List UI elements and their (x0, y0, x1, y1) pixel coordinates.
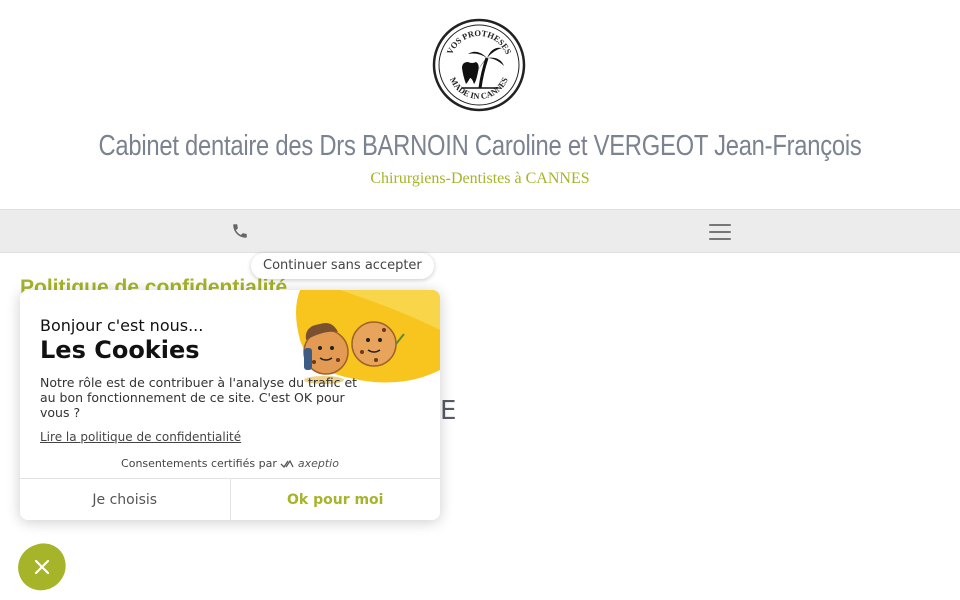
cookie-actions: Je choisis Ok pour moi (20, 478, 440, 520)
page: VOS PROTHESES MADE IN CANNES Cabinet den… (0, 0, 960, 600)
close-cookie-widget-button[interactable] (12, 537, 72, 597)
close-icon (34, 559, 50, 575)
site-title: Cabinet dentaire des Drs BARNOIN Carolin… (98, 130, 862, 162)
axeptio-logo-icon (280, 459, 294, 469)
certified-by: Consentements certifiés par axeptio (20, 457, 440, 470)
navbar (0, 209, 960, 253)
phone-icon[interactable] (231, 222, 249, 240)
privacy-policy-link[interactable]: Lire la politique de confidentialité (40, 430, 241, 444)
cookie-description: Notre rôle est de contribuer à l'analyse… (40, 375, 358, 420)
hamburger-menu-icon[interactable] (709, 224, 731, 240)
background-text: E (440, 396, 457, 426)
accept-cookies-button[interactable]: Ok pour moi (231, 479, 441, 520)
cookie-consent-card: Bonjour c'est nous... Les Cookies Notre … (20, 290, 440, 520)
cookie-greeting: Bonjour c'est nous... (40, 316, 204, 335)
site-subtitle: Chirurgiens-Dentistes à CANNES (370, 170, 590, 187)
continue-without-accepting-button[interactable]: Continuer sans accepter (251, 253, 434, 279)
logo-stamp: VOS PROTHESES MADE IN CANNES (432, 18, 526, 112)
choose-cookies-button[interactable]: Je choisis (20, 479, 231, 520)
certified-prefix: Consentements certifiés par (121, 457, 277, 470)
cookie-title: Les Cookies (40, 336, 200, 364)
certified-brand: axeptio (297, 457, 339, 470)
